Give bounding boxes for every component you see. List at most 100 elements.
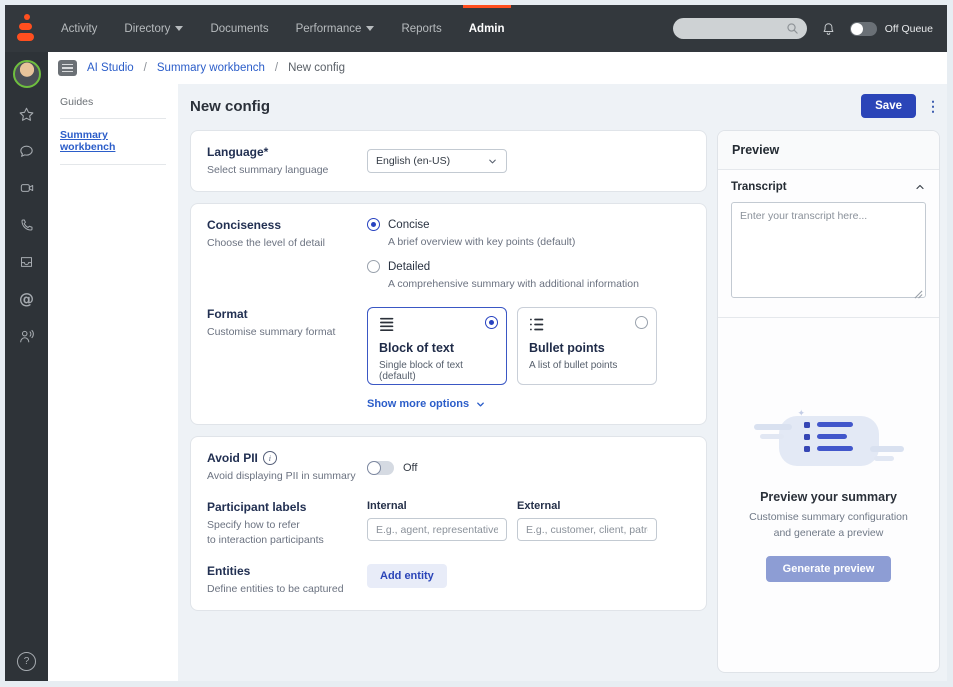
external-label: External <box>517 500 657 512</box>
left-icon-rail: @ ? <box>5 52 48 681</box>
nav-items: Activity Directory Documents Performance… <box>61 5 505 52</box>
favorites-button[interactable] <box>16 104 38 124</box>
entities-sublabel: Define entities to be captured <box>207 582 367 596</box>
breadcrumb-link-ai-studio[interactable]: AI Studio <box>87 62 134 74</box>
add-entity-button[interactable]: Add entity <box>367 564 447 588</box>
main-content: New config Save ⋮ Language* <box>178 84 947 681</box>
bullet-list-illustration-icon <box>804 422 853 452</box>
page-header: New config Save ⋮ <box>190 94 940 118</box>
generate-preview-button[interactable]: Generate preview <box>766 556 892 582</box>
conciseness-format-card: Conciseness Choose the level of detail C… <box>190 203 707 425</box>
bullet-points-icon <box>529 317 645 333</box>
sidebar-guides-label: Guides <box>60 96 166 108</box>
participant-labels-sublabel: Specify how to referto interaction parti… <box>207 518 367 546</box>
summary-illustration: ✦ <box>754 408 904 474</box>
radio-option-label: Concise <box>388 219 430 231</box>
breadcrumb-separator: / <box>275 62 278 74</box>
radio-selected-icon <box>485 316 498 329</box>
nav-item-admin[interactable]: Admin <box>469 5 505 52</box>
conciseness-sublabel: Choose the level of detail <box>207 236 367 250</box>
hamburger-menu-button[interactable] <box>58 60 77 76</box>
language-select-value: English (en-US) <box>376 155 450 167</box>
nav-item-label: Reports <box>401 23 441 35</box>
transcript-textarea[interactable] <box>731 202 926 298</box>
format-card-block-of-text[interactable]: Block of text Single block of text (defa… <box>367 307 507 385</box>
pii-sublabel: Avoid displaying PII in summary <box>207 469 367 483</box>
top-nav: Activity Directory Documents Performance… <box>5 5 947 52</box>
pii-toggle-label: Off <box>403 462 417 474</box>
nav-item-documents[interactable]: Documents <box>210 5 268 52</box>
inbox-button[interactable] <box>16 252 38 272</box>
pii-toggle[interactable] <box>367 461 394 475</box>
conciseness-label: Conciseness <box>207 218 367 232</box>
toggle-knob <box>851 23 863 35</box>
sidebar-item-summary-workbench[interactable]: Summary workbench <box>60 129 166 153</box>
info-icon[interactable]: i <box>263 451 277 465</box>
block-of-text-icon <box>379 317 495 333</box>
radio-selected-icon <box>367 218 380 231</box>
format-card-desc: A list of bullet points <box>529 360 645 371</box>
nav-item-label: Directory <box>124 23 170 35</box>
save-button[interactable]: Save <box>861 94 916 118</box>
breadcrumb-link-summary-workbench[interactable]: Summary workbench <box>157 62 265 74</box>
nav-item-activity[interactable]: Activity <box>61 5 97 52</box>
radio-option-concise[interactable]: Concise <box>367 218 639 231</box>
notifications-button[interactable] <box>821 21 836 37</box>
conciseness-options: Concise A brief overview with key points… <box>367 218 639 290</box>
preview-panel: Preview Transcript <box>717 130 940 673</box>
transcript-collapse-button[interactable] <box>914 181 926 193</box>
app-window: Activity Directory Documents Performance… <box>5 5 947 681</box>
preview-empty-title: Preview your summary <box>760 490 897 504</box>
radio-option-desc: A comprehensive summary with additional … <box>388 278 639 290</box>
help-button[interactable]: ? <box>17 652 36 671</box>
format-card-title: Block of text <box>379 341 495 355</box>
star-icon <box>18 106 35 123</box>
entities-label: Entities <box>207 564 367 578</box>
breadcrumb: AI Studio / Summary workbench / New conf… <box>48 52 947 84</box>
question-mark-icon: ? <box>24 656 30 667</box>
nav-item-directory[interactable]: Directory <box>124 5 183 52</box>
queue-status-toggle[interactable] <box>850 22 877 36</box>
nav-item-reports[interactable]: Reports <box>401 5 441 52</box>
nav-item-label: Activity <box>61 23 97 35</box>
radio-option-label: Detailed <box>388 261 430 273</box>
internal-input[interactable] <box>367 518 507 541</box>
nav-item-label: Performance <box>296 23 362 35</box>
chat-bubble-icon <box>18 143 35 160</box>
interactions-button[interactable]: @ <box>16 289 38 309</box>
nav-item-label: Documents <box>210 23 268 35</box>
pii-label: Avoid PII i <box>207 451 367 465</box>
format-sublabel: Customise summary format <box>207 325 367 339</box>
language-card: Language* Select summary language Englis… <box>190 130 707 192</box>
preview-empty-state: ✦ Preview your summary Customise summary… <box>718 318 939 672</box>
transcript-label: Transcript <box>731 181 787 193</box>
off-queue-label: Off Queue <box>885 23 933 35</box>
language-select[interactable]: English (en-US) <box>367 149 507 173</box>
video-button[interactable] <box>16 178 38 198</box>
chevron-down-icon <box>487 156 498 167</box>
divider <box>60 164 166 165</box>
calls-button[interactable] <box>16 215 38 235</box>
at-sign-icon: @ <box>19 290 34 308</box>
search-input[interactable] <box>681 22 786 36</box>
language-sublabel: Select summary language <box>207 163 367 177</box>
external-input[interactable] <box>517 518 657 541</box>
video-camera-icon <box>18 180 36 196</box>
show-more-options-link[interactable]: Show more options <box>367 398 657 410</box>
chat-button[interactable] <box>16 141 38 161</box>
secondary-sidebar: Guides Summary workbench <box>48 84 178 681</box>
nav-item-performance[interactable]: Performance <box>296 5 375 52</box>
preview-panel-title: Preview <box>718 131 939 170</box>
sparkle-icon: ✦ <box>798 408 806 419</box>
agent-assist-button[interactable] <box>16 326 38 346</box>
pii-label-text: Avoid PII <box>207 451 258 465</box>
breadcrumb-current: New config <box>288 62 345 74</box>
phone-icon <box>19 217 35 233</box>
radio-option-detailed[interactable]: Detailed <box>367 260 639 273</box>
format-card-bullet-points[interactable]: Bullet points A list of bullet points <box>517 307 657 385</box>
user-avatar[interactable] <box>13 60 41 88</box>
more-options-kebab-icon[interactable]: ⋮ <box>926 98 940 115</box>
page-background: Activity Directory Documents Performance… <box>0 0 953 687</box>
nav-item-label: Admin <box>469 23 505 35</box>
transcript-section: Transcript <box>718 170 939 318</box>
